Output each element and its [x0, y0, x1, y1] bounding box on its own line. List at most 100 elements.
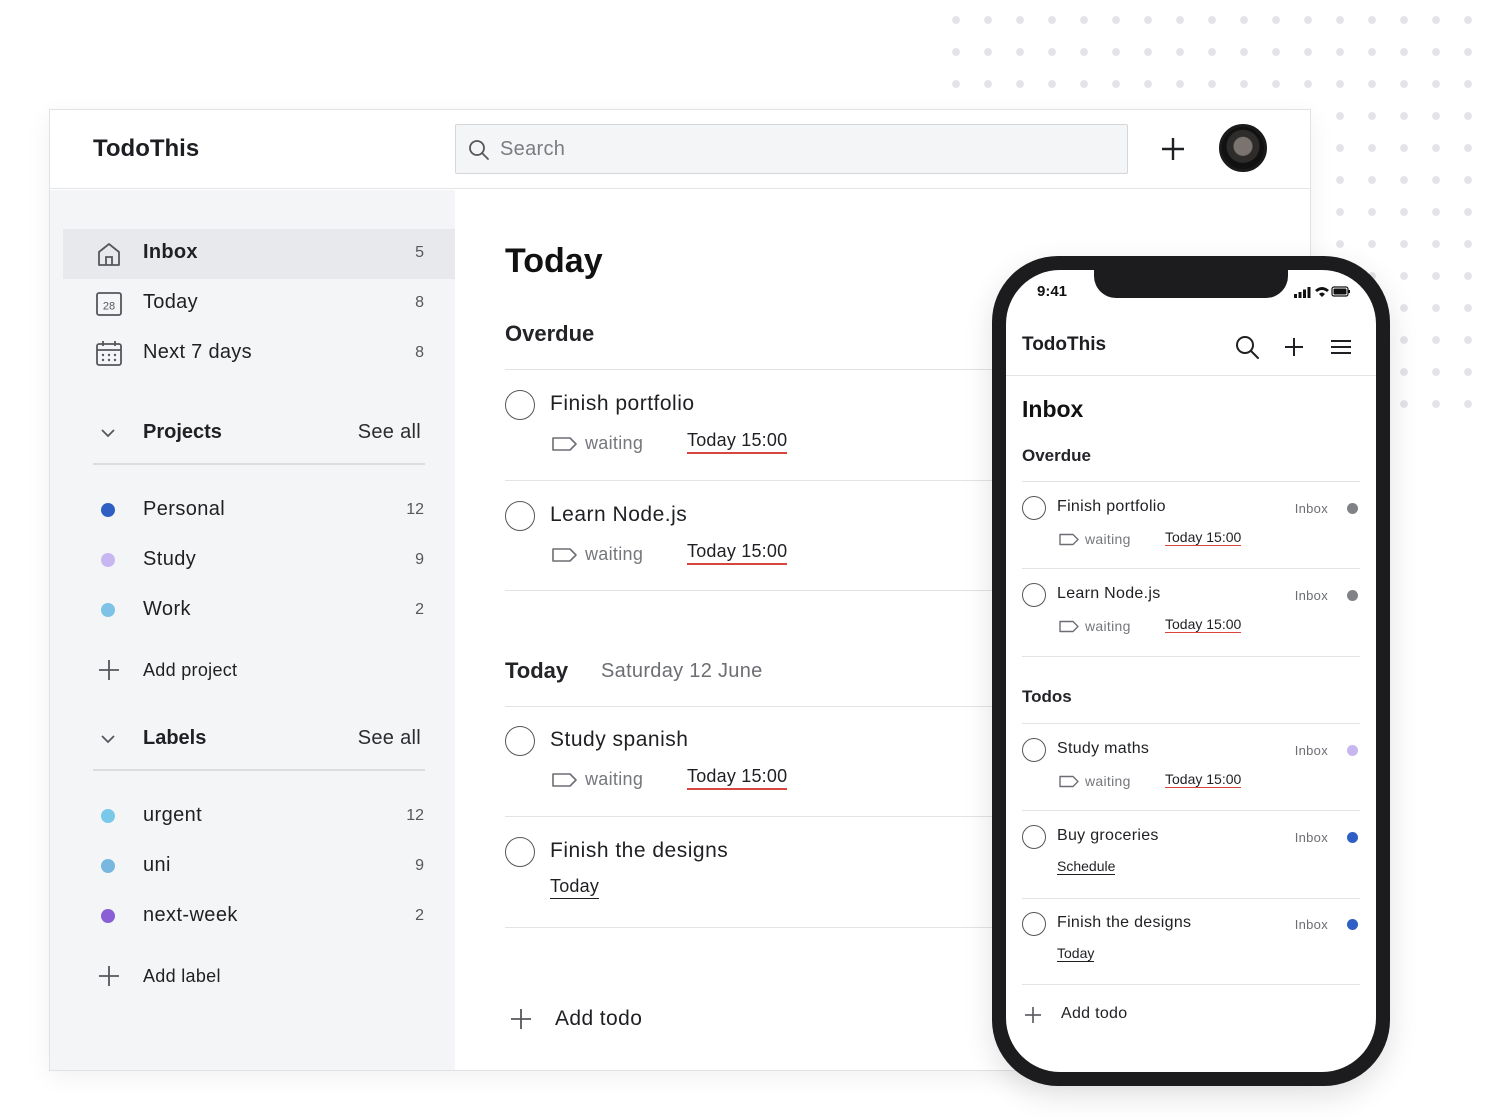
divider: [505, 927, 1025, 928]
add-project-label: Add project: [143, 660, 238, 680]
add-task-button[interactable]: [1158, 132, 1188, 166]
wifi-icon: [1315, 287, 1329, 297]
task-name[interactable]: Finish the designs: [550, 839, 728, 863]
task-item: Finish portfolio waiting Today 15:00: [505, 370, 1025, 480]
project-item-study[interactable]: Study 9: [93, 538, 425, 582]
task-due-date[interactable]: Today: [1057, 945, 1095, 962]
status-bar-time: 9:41: [1037, 283, 1068, 300]
label-name: next-week: [143, 904, 238, 926]
chevron-down-icon[interactable]: [100, 423, 116, 443]
task-tag[interactable]: waiting: [1085, 618, 1131, 634]
project-color-dot: [101, 603, 115, 617]
task-schedule-link[interactable]: Schedule: [1057, 858, 1116, 875]
task-name[interactable]: Learn Node.js: [550, 503, 687, 527]
project-count: 9: [415, 551, 424, 568]
search-input[interactable]: [500, 125, 1100, 173]
task-tag[interactable]: waiting: [585, 433, 643, 454]
add-label-button[interactable]: Add label: [93, 954, 425, 998]
search-icon: [469, 140, 489, 160]
project-item-personal[interactable]: Personal 12: [93, 488, 425, 532]
project-color-dot: [1347, 745, 1358, 756]
plus-icon: [99, 966, 119, 986]
task-name[interactable]: Finish portfolio: [1057, 498, 1166, 516]
task-due-date[interactable]: Today 15:00: [1165, 771, 1242, 788]
phone-screen: 9:41 TodoThis Inbox Overdue Finish portf…: [1006, 270, 1376, 1072]
task-checkbox[interactable]: [505, 837, 535, 867]
task-tag[interactable]: waiting: [585, 769, 643, 790]
project-color-dot: [1347, 919, 1358, 930]
projects-title: Projects: [143, 421, 222, 443]
task-due-date[interactable]: Today 15:00: [1165, 616, 1242, 633]
label-item-uni[interactable]: uni 9: [93, 844, 425, 888]
labels-section-header[interactable]: Labels See all: [93, 715, 425, 765]
task-name[interactable]: Learn Node.js: [1057, 585, 1161, 603]
project-count: 12: [406, 501, 424, 518]
task-project: Inbox: [1294, 743, 1328, 758]
projects-section-header[interactable]: Projects See all: [93, 409, 425, 459]
tag-icon: [1059, 775, 1079, 788]
chevron-down-icon[interactable]: [100, 729, 116, 749]
task-checkbox[interactable]: [505, 390, 535, 420]
task-due-date[interactable]: Today 15:00: [687, 541, 788, 565]
sidebar-item-today[interactable]: 28 Today 8: [63, 279, 455, 329]
sidebar: Inbox 5 28 Today 8 Next 7 days 8 Project…: [50, 190, 455, 1070]
task-item: Study spanish waiting Today 15:00: [505, 706, 1025, 816]
project-color-dot: [101, 553, 115, 567]
phone-task-item: Buy groceries Inbox Schedule: [1022, 811, 1360, 897]
projects-see-all-link[interactable]: See all: [358, 421, 421, 444]
task-checkbox[interactable]: [1022, 738, 1046, 762]
task-tag[interactable]: waiting: [1085, 531, 1131, 547]
task-due-date[interactable]: Today 15:00: [687, 766, 788, 790]
task-name[interactable]: Buy groceries: [1057, 827, 1159, 845]
search-icon[interactable]: [1234, 334, 1260, 360]
phone-add-todo-button[interactable]: Add todo: [1022, 1000, 1222, 1030]
task-name[interactable]: Study maths: [1057, 740, 1149, 758]
project-item-work[interactable]: Work 2: [93, 588, 425, 632]
menu-icon[interactable]: [1328, 334, 1354, 360]
divider: [505, 590, 1025, 591]
task-checkbox[interactable]: [1022, 825, 1046, 849]
sidebar-item-label: Today: [143, 291, 198, 313]
task-name[interactable]: Finish portfolio: [550, 392, 695, 416]
sidebar-item-label: Inbox: [143, 241, 198, 263]
label-item-next-week[interactable]: next-week 2: [93, 894, 425, 938]
task-name[interactable]: Finish the designs: [1057, 914, 1191, 932]
calendar-week-icon: [96, 341, 122, 366]
top-bar: TodoThis: [50, 110, 1310, 189]
task-checkbox[interactable]: [1022, 583, 1046, 607]
divider: [93, 769, 425, 771]
today-date: Saturday 12 June: [601, 660, 763, 682]
sidebar-item-inbox[interactable]: Inbox 5: [63, 229, 455, 279]
avatar[interactable]: [1219, 124, 1267, 172]
divider: [1022, 984, 1360, 985]
page-title: Today: [505, 242, 603, 280]
label-count: 2: [415, 907, 424, 924]
label-count: 9: [415, 857, 424, 874]
task-checkbox[interactable]: [1022, 496, 1046, 520]
task-name[interactable]: Study spanish: [550, 728, 688, 752]
task-checkbox[interactable]: [505, 501, 535, 531]
task-tag[interactable]: waiting: [1085, 773, 1131, 789]
add-todo-button[interactable]: Add todo: [505, 998, 755, 1038]
calendar-day-number: 28: [103, 301, 115, 313]
search-bar[interactable]: [455, 124, 1128, 174]
phone-page-title: Inbox: [1022, 396, 1084, 422]
task-checkbox[interactable]: [505, 726, 535, 756]
add-task-button[interactable]: [1281, 334, 1307, 360]
label-item-urgent[interactable]: urgent 12: [93, 794, 425, 838]
task-due-date[interactable]: Today: [550, 876, 600, 899]
task-project: Inbox: [1294, 501, 1328, 516]
task-due-date[interactable]: Today 15:00: [1165, 529, 1242, 546]
project-label: Study: [143, 548, 197, 570]
phone-task-item: Learn Node.js Inbox waiting Today 15:00: [1022, 569, 1360, 655]
task-tag[interactable]: waiting: [585, 544, 643, 565]
task-item: Learn Node.js waiting Today 15:00: [505, 481, 1025, 591]
sidebar-item-next-7-days[interactable]: Next 7 days 8: [63, 329, 455, 379]
label-color-dot: [101, 809, 115, 823]
signal-icon: [1294, 287, 1311, 298]
calendar-day-icon: 28: [96, 292, 122, 316]
task-due-date[interactable]: Today 15:00: [687, 430, 788, 454]
add-project-button[interactable]: Add project: [93, 648, 425, 692]
labels-see-all-link[interactable]: See all: [358, 727, 421, 750]
task-checkbox[interactable]: [1022, 912, 1046, 936]
